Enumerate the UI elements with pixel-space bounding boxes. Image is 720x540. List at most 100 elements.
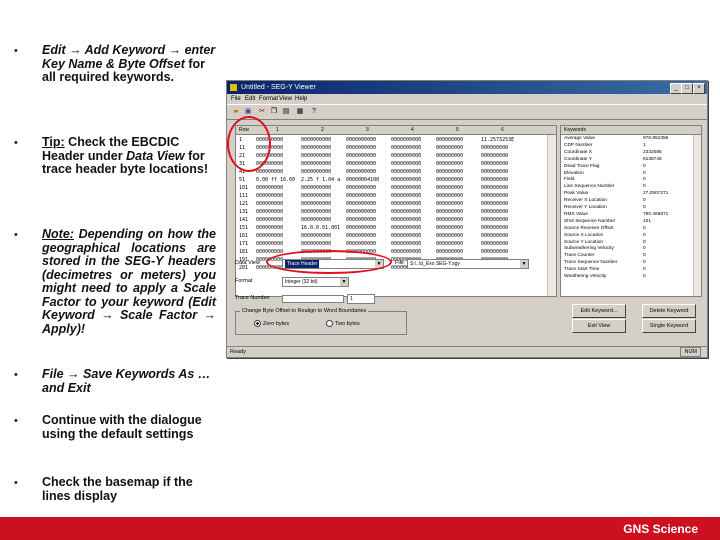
menu-view[interactable]: View [279, 94, 292, 104]
table-row[interactable]: 161 000000000 0000000000 0000000000 00000000… [236, 232, 556, 240]
keyword-name: Shot Sequence Number [564, 218, 616, 224]
table-row[interactable]: 141 000000000 0000000000 0000000000 00000000… [236, 216, 556, 224]
grid-header: Row 1 2 3 4 5 6 [236, 126, 556, 135]
table-cell: 000000000 [481, 225, 509, 231]
menu-edit[interactable]: Edit [245, 94, 255, 104]
list-item[interactable]: Trace Sequence Number 0 [561, 260, 701, 266]
list-item[interactable]: Dead Trace Flag 0 [561, 164, 701, 170]
table-row[interactable]: 131 000000000 0000000000 0000000000 00000000… [236, 208, 556, 216]
table-cell: 0000000000 [346, 201, 377, 207]
trace-number-input[interactable]: 1 [347, 294, 375, 304]
table-cell: 0000000000 [391, 217, 422, 223]
table-row[interactable]: 171 000000000 0000000000 0000000000 00000000… [236, 240, 556, 248]
table-cell: 0000000000 [346, 241, 377, 247]
list-item[interactable]: CDP Number 1 [561, 143, 701, 149]
table-row[interactable]: 41 000000000 0000000000 0000000000 000000000… [236, 168, 556, 176]
table-cell: 000000000 [256, 233, 284, 239]
list-item[interactable]: Shot Sequence Number 101 [561, 219, 701, 225]
list-item[interactable]: Trace Counter 0 [561, 253, 701, 259]
scissors-icon[interactable]: ✂ [257, 107, 267, 116]
chevron-down-icon[interactable]: ▼ [520, 260, 528, 268]
keywords-scrollbar[interactable] [693, 135, 701, 296]
table-cell: 000000000 [481, 209, 509, 215]
open-folder-icon[interactable]: ▰ [231, 107, 241, 116]
exit-view-button[interactable]: Exit View [572, 319, 626, 333]
paste-icon[interactable]: ▤ [281, 107, 291, 116]
table-row[interactable]: 111 000000000 0000000000 0000000000 00000000… [236, 192, 556, 200]
grid-col-6: 6 [501, 127, 504, 133]
list-item[interactable]: Source Receiver Offset 0 [561, 226, 701, 232]
table-cell: 000000000 [481, 185, 509, 191]
keyword-value: 0 [643, 225, 646, 231]
table-cell: 000000000 [481, 249, 509, 255]
list-item[interactable]: Subweathering Velocity 0 [561, 246, 701, 252]
menu-format[interactable]: Format [259, 94, 278, 104]
list-item[interactable]: Line Sequence Number 0 [561, 184, 701, 190]
keyword-value: 0 [643, 267, 646, 273]
list-item[interactable]: Receiver Y Location 0 [561, 205, 701, 211]
table-cell: 0000000000 [301, 145, 332, 151]
keyword-name: Source Receiver Offset [564, 225, 614, 231]
table-row[interactable]: 31 000000000 0000000000 0000000000 000000000… [236, 160, 556, 168]
delete-keyword-button[interactable]: Delete Keyword [642, 304, 696, 318]
list-item[interactable]: RMS Value 790.469871 [561, 212, 701, 218]
table-cell: 0000000000 [301, 161, 332, 167]
keyword-value: 6135746 [643, 156, 662, 162]
table-cell: 0000000000 [301, 137, 332, 143]
table-cell: 000000000 [436, 193, 464, 199]
help-icon[interactable]: ? [309, 107, 319, 116]
list-item[interactable]: Average Value 976.952356 [561, 136, 701, 142]
format-select[interactable]: Integer (32 bit) ▼ [282, 277, 349, 287]
table-cell: 000000000 [256, 193, 284, 199]
keyword-name: Elevation [564, 170, 584, 176]
file-select[interactable]: S:\..\d_Exo SEG-Y.sgy ▼ [407, 259, 529, 269]
menu-help[interactable]: Help [295, 94, 307, 104]
list-item[interactable]: Trace Start Time 0 [561, 267, 701, 273]
list-item[interactable]: Elevation 0 [561, 171, 701, 177]
table-cell: 000000000 [436, 153, 464, 159]
keyword-name: Field [564, 177, 575, 183]
list-item[interactable]: Field 0 [561, 177, 701, 183]
trace-number-slider[interactable] [282, 295, 344, 303]
maximize-icon[interactable]: □ [681, 83, 693, 94]
copy-icon[interactable]: ❐ [269, 107, 279, 116]
byte-offset-group-label: Change Byte Offset to Realign to Word Bo… [240, 307, 369, 315]
list-item[interactable]: Source X Location 0 [561, 233, 701, 239]
list-item[interactable]: Coordinate Y 6135746 [561, 157, 701, 163]
table-cell: 0000000000 [301, 209, 332, 215]
radio-zero-bytes[interactable]: Zero bytes [254, 320, 289, 328]
radio-two-bytes[interactable]: Two bytes [326, 320, 360, 328]
table-cell: 0000000000 [301, 233, 332, 239]
table-cell: 0000000000 [346, 225, 377, 231]
keyword-value: 0 [643, 170, 646, 176]
grid-scrollbar[interactable] [547, 135, 556, 296]
keyword-name: Line Sequence Number [564, 184, 615, 190]
table-row[interactable]: 151 000000000 16.0.0.01.001 0000000000 00000… [236, 224, 556, 232]
list-item[interactable]: Receiver X Location 0 [561, 198, 701, 204]
list-item[interactable]: Source Y Location 0 [561, 240, 701, 246]
close-icon[interactable]: × [693, 83, 705, 94]
table-row[interactable]: 11 000000000 0000000000 0000000000 000000000… [236, 144, 556, 152]
table-row[interactable]: 121 000000000 0000000000 0000000000 00000000… [236, 200, 556, 208]
table-cell: 000000000 [256, 209, 284, 215]
keyword-name: CDP Number [564, 142, 593, 148]
keyword-name: Receiver Y Location [564, 205, 607, 210]
edit-keyword-button[interactable]: Edit Keyword... [572, 304, 626, 318]
table-row[interactable]: 51 0.00 ff 16.60 2.25 f 1.04 a 00000004100 0… [236, 176, 556, 184]
keyword-value: 976.952356 [643, 136, 669, 141]
table-cell: 000000000 [436, 185, 464, 191]
print-icon[interactable]: ▦ [295, 107, 305, 116]
single-keyword-button[interactable]: Single Keyword [642, 319, 696, 333]
keyword-value: 0 [643, 274, 646, 279]
chevron-down-icon[interactable]: ▼ [340, 278, 348, 286]
menu-file[interactable]: File [231, 94, 241, 104]
table-row[interactable]: 21 000000000 0000000000 0000000000 000000000… [236, 152, 556, 160]
save-icon[interactable]: ▣ [243, 107, 253, 116]
table-row[interactable]: 1 000000000 0000000000 0000000000 0000000000… [236, 136, 556, 144]
list-item[interactable]: Peak Value 27.2507271 [561, 191, 701, 197]
list-item[interactable]: Weathering Velocity 0 [561, 274, 701, 280]
list-item[interactable]: Coordinate X 2332086 [561, 150, 701, 156]
table-row[interactable]: 101 000000000 0000000000 0000000000 00000000… [236, 184, 556, 192]
table-cell: 000000000 [436, 241, 464, 247]
keyword-name: Average Value [564, 136, 596, 141]
